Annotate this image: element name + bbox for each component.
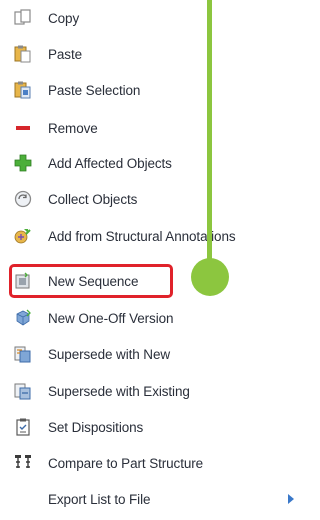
menu-item-collect-objects[interactable]: Collect Objects — [0, 181, 318, 217]
menu-item-new-one-off-version[interactable]: New One-Off Version — [0, 300, 318, 336]
menu-item-label: Add Affected Objects — [48, 155, 172, 171]
add-icon — [12, 152, 34, 174]
menu-item-label: New One-Off Version — [48, 310, 174, 326]
collect-objects-icon — [12, 188, 34, 210]
menu-item-set-dispositions[interactable]: Set Dispositions — [0, 409, 318, 445]
menu-item-label: Export List to File — [48, 491, 151, 507]
pointer-line — [207, 0, 212, 262]
context-menu: Copy Paste Paste Selection Remove Add Af… — [0, 0, 318, 520]
menu-item-label: Supersede with Existing — [48, 383, 190, 399]
menu-item-supersede-with-new[interactable]: Supersede with New — [0, 336, 318, 372]
new-sequence-icon — [12, 270, 34, 292]
menu-item-add-affected-objects[interactable]: Add Affected Objects — [0, 145, 318, 181]
submenu-arrow-icon — [288, 494, 294, 504]
menu-item-label: Collect Objects — [48, 191, 138, 207]
copy-icon — [12, 7, 34, 29]
menu-item-label: Remove — [48, 120, 98, 136]
set-dispositions-icon — [12, 416, 34, 438]
one-off-version-icon — [12, 307, 34, 329]
remove-icon — [12, 117, 34, 139]
menu-item-new-sequence[interactable]: New Sequence — [0, 263, 318, 299]
menu-item-label: Paste — [48, 46, 83, 62]
menu-item-export-list[interactable]: Export List to File — [0, 481, 318, 517]
menu-item-label: Compare to Part Structure — [48, 455, 204, 471]
menu-item-compare-part-structure[interactable]: Compare to Part Structure — [0, 445, 318, 481]
menu-item-label: Set Dispositions — [48, 419, 144, 435]
menu-item-label: Copy — [48, 10, 80, 26]
menu-item-label: Supersede with New — [48, 346, 171, 362]
compare-structure-icon — [12, 452, 34, 474]
menu-item-copy[interactable]: Copy — [0, 0, 318, 36]
menu-item-label: New Sequence — [48, 273, 139, 289]
menu-item-remove[interactable]: Remove — [0, 110, 318, 146]
menu-item-paste-selection[interactable]: Paste Selection — [0, 72, 318, 108]
menu-item-add-structural-annotations[interactable]: Add from Structural Annotations — [0, 218, 318, 254]
menu-item-supersede-with-existing[interactable]: Supersede with Existing — [0, 373, 318, 409]
menu-item-label: Paste Selection — [48, 82, 141, 98]
supersede-existing-icon — [12, 380, 34, 402]
structural-annotations-icon — [12, 225, 34, 247]
supersede-new-icon — [12, 343, 34, 365]
paste-icon — [12, 43, 34, 65]
paste-selection-icon — [12, 79, 34, 101]
pointer-dot — [191, 258, 229, 296]
menu-item-paste[interactable]: Paste — [0, 36, 318, 72]
